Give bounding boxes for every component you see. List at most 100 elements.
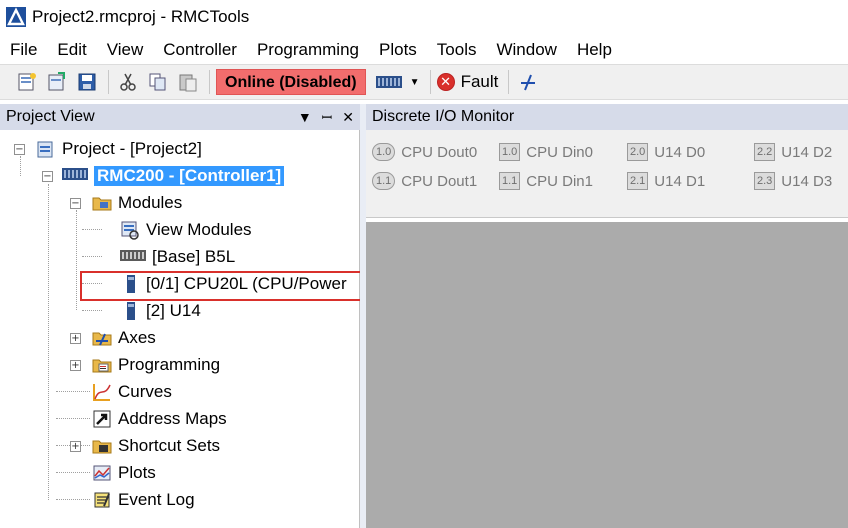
menu-programming[interactable]: Programming bbox=[247, 36, 369, 63]
online-status-badge[interactable]: Online (Disabled) bbox=[216, 69, 366, 95]
new-project-icon[interactable] bbox=[14, 69, 40, 95]
io-label: CPU Dout0 bbox=[401, 143, 478, 161]
menu-view[interactable]: View bbox=[97, 36, 154, 63]
tree-node-address-maps[interactable]: Address Maps bbox=[92, 407, 227, 431]
io-point[interactable]: 2.1 U14 D1 bbox=[627, 171, 705, 191]
io-point[interactable]: 1.0 CPU Dout0 bbox=[372, 142, 477, 162]
menu-help[interactable]: Help bbox=[567, 36, 622, 63]
menu-bar: File Edit View Controller Programming Pl… bbox=[0, 36, 848, 63]
menu-edit[interactable]: Edit bbox=[47, 36, 96, 63]
fault-icon: ✕ bbox=[436, 73, 455, 91]
io-indicator: 1.0 bbox=[499, 143, 521, 161]
io-indicator: 2.3 bbox=[754, 172, 776, 190]
monitor-title: Discrete I/O Monitor bbox=[372, 108, 515, 125]
collapse-toggle[interactable]: − bbox=[14, 144, 25, 155]
tree-node-event-log[interactable]: Event Log bbox=[92, 488, 195, 512]
expand-toggle[interactable]: + bbox=[70, 333, 81, 344]
tree-label: Modules bbox=[118, 193, 183, 212]
io-label: U14 D0 bbox=[654, 143, 706, 161]
controller-icon[interactable] bbox=[374, 69, 404, 95]
axes-folder-icon bbox=[92, 328, 112, 348]
expand-toggle[interactable]: + bbox=[70, 441, 81, 452]
menu-window[interactable]: Window bbox=[486, 36, 566, 63]
io-indicator: 1.1 bbox=[372, 172, 396, 190]
tree-node-programming[interactable]: Programming bbox=[92, 353, 220, 377]
collapse-toggle[interactable]: − bbox=[42, 171, 53, 182]
tree-node-project[interactable]: Project - [Project2] bbox=[36, 137, 202, 161]
event-log-icon bbox=[92, 490, 112, 510]
io-point[interactable]: 1.0 CPU Din0 bbox=[499, 142, 593, 162]
io-point[interactable]: 2.0 U14 D0 bbox=[627, 142, 705, 162]
axis-tool-icon[interactable] bbox=[515, 69, 541, 95]
curves-icon bbox=[92, 382, 112, 402]
tree-label-selected: RMC200 - [Controller1] bbox=[94, 166, 285, 186]
tree-label: Plots bbox=[118, 463, 156, 482]
tree-node-view-modules[interactable]: View Modules bbox=[120, 218, 252, 242]
collapse-toggle[interactable]: − bbox=[70, 198, 81, 209]
tree-node-controller[interactable]: RMC200 - [Controller1] bbox=[62, 164, 285, 188]
tree-line bbox=[56, 499, 90, 500]
io-label: U14 D3 bbox=[781, 172, 833, 190]
tree-line bbox=[20, 156, 21, 176]
fault-button[interactable]: ✕ Fault bbox=[436, 69, 498, 95]
workspace-background bbox=[366, 222, 848, 528]
rmctools-logo-icon bbox=[6, 7, 26, 27]
tree-node-base[interactable]: [Base] B5L bbox=[120, 245, 235, 269]
shortcut-sets-folder-icon bbox=[92, 436, 112, 456]
tree-line bbox=[56, 391, 90, 392]
tree-label: [2] U14 bbox=[146, 301, 201, 320]
io-indicator: 2.0 bbox=[627, 143, 649, 161]
menu-plots[interactable]: Plots bbox=[369, 36, 427, 63]
tree-node-modules[interactable]: Modules bbox=[92, 191, 182, 215]
project-view-header: Project View ▼ ꟷ ✕ bbox=[0, 104, 360, 130]
io-indicator: 1.0 bbox=[372, 143, 396, 161]
tree-label: Shortcut Sets bbox=[118, 436, 221, 455]
pin-icon[interactable]: ꟷ bbox=[322, 108, 333, 126]
project-view-title: Project View bbox=[6, 108, 95, 125]
menu-tools[interactable]: Tools bbox=[427, 36, 487, 63]
save-icon[interactable] bbox=[74, 69, 100, 95]
panel-dropdown-icon[interactable]: ▼ bbox=[298, 109, 312, 125]
dropdown-arrow-icon[interactable]: ▼ bbox=[408, 69, 422, 95]
expand-toggle[interactable]: + bbox=[70, 360, 81, 371]
toolbar-separator bbox=[429, 70, 431, 94]
io-label: U14 D2 bbox=[781, 143, 833, 161]
tree-node-plots[interactable]: Plots bbox=[92, 461, 156, 485]
tree-node-u14[interactable]: [2] U14 bbox=[126, 299, 201, 323]
open-project-icon[interactable] bbox=[44, 69, 70, 95]
window-title: Project2.rmcproj - RMCTools bbox=[32, 7, 250, 26]
tree-line bbox=[82, 229, 102, 230]
tree-line bbox=[76, 210, 77, 310]
io-indicator: 1.1 bbox=[499, 172, 521, 190]
tree-line bbox=[82, 256, 102, 257]
menu-controller[interactable]: Controller bbox=[153, 36, 247, 63]
io-point[interactable]: 2.2 U14 D2 bbox=[754, 142, 832, 162]
controller-icon bbox=[62, 166, 88, 186]
io-point[interactable]: 1.1 CPU Dout1 bbox=[372, 171, 477, 191]
paste-icon[interactable] bbox=[175, 69, 201, 95]
menu-file[interactable]: File bbox=[0, 36, 47, 63]
io-label: CPU Din0 bbox=[526, 143, 593, 161]
copy-icon[interactable] bbox=[145, 69, 171, 95]
io-point[interactable]: 2.3 U14 D3 bbox=[754, 171, 832, 191]
tree-node-shortcut-sets[interactable]: Shortcut Sets bbox=[92, 434, 220, 458]
project-icon bbox=[36, 139, 56, 159]
io-label: CPU Dout1 bbox=[401, 172, 478, 190]
tree-line bbox=[56, 418, 90, 419]
programming-folder-icon bbox=[92, 355, 112, 375]
tree-label: Event Log bbox=[118, 490, 195, 509]
module-icon bbox=[126, 301, 140, 321]
cut-icon[interactable] bbox=[115, 69, 141, 95]
tree-label: [Base] B5L bbox=[152, 247, 236, 266]
address-maps-icon bbox=[92, 409, 112, 429]
io-point[interactable]: 1.1 CPU Din1 bbox=[499, 171, 593, 191]
io-label: U14 D1 bbox=[654, 172, 706, 190]
close-icon[interactable]: ✕ bbox=[342, 109, 354, 126]
tree-node-curves[interactable]: Curves bbox=[92, 380, 172, 404]
tree-label: View Modules bbox=[146, 220, 252, 239]
io-label: CPU Din1 bbox=[526, 172, 593, 190]
toolbar-separator bbox=[508, 70, 510, 94]
discrete-io-monitor: 1.0 CPU Dout0 1.0 CPU Din0 2.0 U14 D0 2.… bbox=[366, 130, 848, 218]
tree-node-axes[interactable]: Axes bbox=[92, 326, 156, 350]
tree-line bbox=[82, 310, 102, 311]
